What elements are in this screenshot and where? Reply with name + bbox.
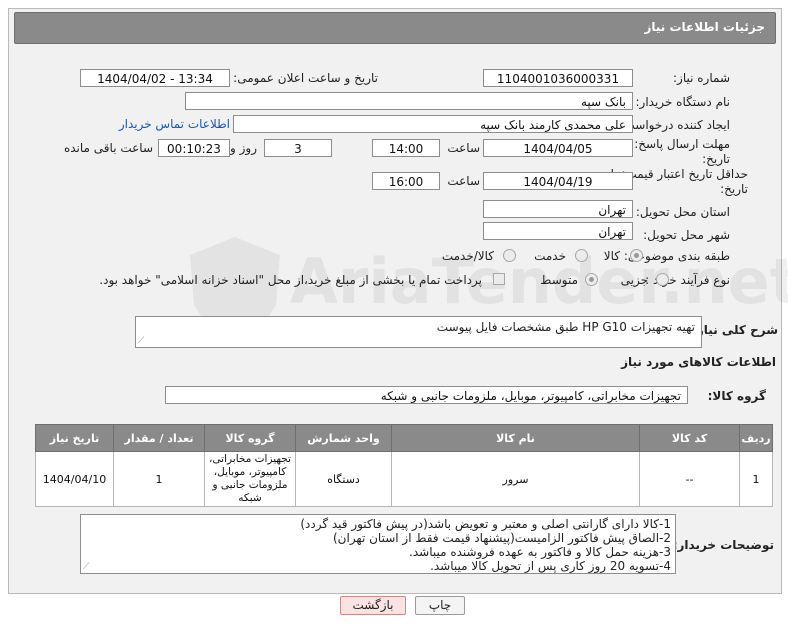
panel-title: جزئیات اطلاعات نیاز xyxy=(644,20,765,34)
announce-label: تاریخ و ساعت اعلان عمومی: xyxy=(233,71,378,85)
cell-index: 1 xyxy=(739,451,773,507)
validity-time-field: 16:00 xyxy=(372,172,440,190)
validity-time-label: ساعت xyxy=(447,174,480,188)
province-field: تهران xyxy=(483,200,633,218)
category-goods-service-radio[interactable] xyxy=(503,249,516,262)
treasury-payment-checkbox[interactable] xyxy=(493,273,505,285)
summary-label: شرح کلی نیاز: xyxy=(692,323,778,337)
goods-table-header: ردیف کد کالا نام کالا واحد شمارش گروه کا… xyxy=(35,424,773,452)
col-unit: واحد شمارش xyxy=(295,424,392,452)
creator-field: علی محمدی کارمند بانک سپه xyxy=(233,115,633,133)
buyer-org-label: نام دستگاه خریدار: xyxy=(635,95,731,109)
contact-info-link[interactable]: اطلاعات تماس خریدار xyxy=(119,117,230,131)
buyer-notes-label: توضیحات خریدار: xyxy=(672,538,774,552)
category-service-radio[interactable] xyxy=(575,249,588,262)
cell-group: تجهیزات مخابراتی، کامپیوتر، موبایل، ملزو… xyxy=(204,451,296,507)
goods-group-field: تجهیزات مخابراتی، کامپیوتر، موبایل، ملزو… xyxy=(165,386,688,404)
cell-qty: 1 xyxy=(113,451,205,507)
goods-table: ردیف کد کالا نام کالا واحد شمارش گروه کا… xyxy=(35,424,773,507)
city-label: شهر محل تحویل: xyxy=(643,228,730,242)
remaining-time-field: 00:10:23 xyxy=(158,139,230,157)
buyer-note-line: 4-تسویه 20 روز کاری پس از تحویل کالا میب… xyxy=(430,559,671,573)
reply-time-label: ساعت xyxy=(447,141,480,155)
buyer-note-line: 2-الصاق پیش فاکتور الزامیست(پیشنهاد قیمت… xyxy=(332,531,671,545)
summary-text: تهیه تجهیزات HP G10 طبق مشخصات فایل پیوس… xyxy=(436,320,695,334)
resize-grip-icon: ⟋ xyxy=(83,562,90,572)
cell-date: 1404/04/10 xyxy=(35,451,114,507)
print-button[interactable]: چاپ xyxy=(415,596,465,615)
reply-date-field: 1404/04/05 xyxy=(483,139,633,157)
cell-code: -- xyxy=(639,451,740,507)
buyer-note-line: 3-هزینه حمل کالا و فاکتور به عهده فروشند… xyxy=(409,545,671,559)
col-group: گروه کالا xyxy=(204,424,296,452)
col-qty: تعداد / مقدار xyxy=(113,424,205,452)
col-name: نام کالا xyxy=(391,424,640,452)
validity-date-field: 1404/04/19 xyxy=(483,172,633,190)
process-minor-label: جزیی xyxy=(620,273,648,287)
buyer-org-field: بانک سپه xyxy=(185,92,633,110)
col-code: کد کالا xyxy=(639,424,740,452)
remaining-label: ساعت باقی مانده xyxy=(63,141,153,155)
panel-header: جزئیات اطلاعات نیاز xyxy=(14,12,776,44)
province-label: استان محل تحویل: xyxy=(635,205,730,219)
days-field: 3 xyxy=(264,139,332,157)
cell-name: سرور xyxy=(391,451,640,507)
reply-time-field: 14:00 xyxy=(372,139,440,157)
category-goods-radio[interactable] xyxy=(630,249,643,262)
need-number-label: شماره نیاز: xyxy=(673,71,730,85)
process-medium-radio[interactable] xyxy=(585,273,598,286)
days-label: روز و xyxy=(230,141,257,155)
col-date: تاریخ نیاز xyxy=(35,424,114,452)
city-field: تهران xyxy=(483,222,633,240)
process-minor-radio[interactable] xyxy=(656,273,669,286)
buyer-note-line: 1-کالا دارای گارانتی اصلی و معتبر و تعوی… xyxy=(300,517,671,531)
goods-group-label: گروه کالا: xyxy=(707,389,766,403)
col-index: ردیف xyxy=(739,424,773,452)
announce-field: 1404/04/02 - 13:34 xyxy=(80,69,230,87)
category-goods-service-label: کالا/خدمت xyxy=(441,249,494,263)
goods-section-title: اطلاعات کالاهای مورد نیاز xyxy=(621,355,776,369)
summary-textarea[interactable]: تهیه تجهیزات HP G10 طبق مشخصات فایل پیوس… xyxy=(135,316,702,348)
buyer-notes-textarea[interactable]: 1-کالا دارای گارانتی اصلی و معتبر و تعوی… xyxy=(80,514,676,574)
table-row: 1 -- سرور دستگاه تجهیزات مخابراتی، کامپی… xyxy=(35,451,773,507)
need-number-field: 1104001036000331 xyxy=(483,69,633,87)
category-goods-label: کالا xyxy=(603,249,620,263)
resize-grip-icon: ⟋ xyxy=(138,336,145,346)
creator-label: ایجاد کننده درخواست: xyxy=(619,118,730,132)
cell-unit: دستگاه xyxy=(295,451,392,507)
payment-note: پرداخت تمام یا بخشی از مبلغ خرید،از محل … xyxy=(99,273,482,287)
category-service-label: خدمت xyxy=(534,249,566,263)
back-button[interactable]: بازگشت xyxy=(340,596,406,615)
process-medium-label: متوسط xyxy=(540,273,578,287)
